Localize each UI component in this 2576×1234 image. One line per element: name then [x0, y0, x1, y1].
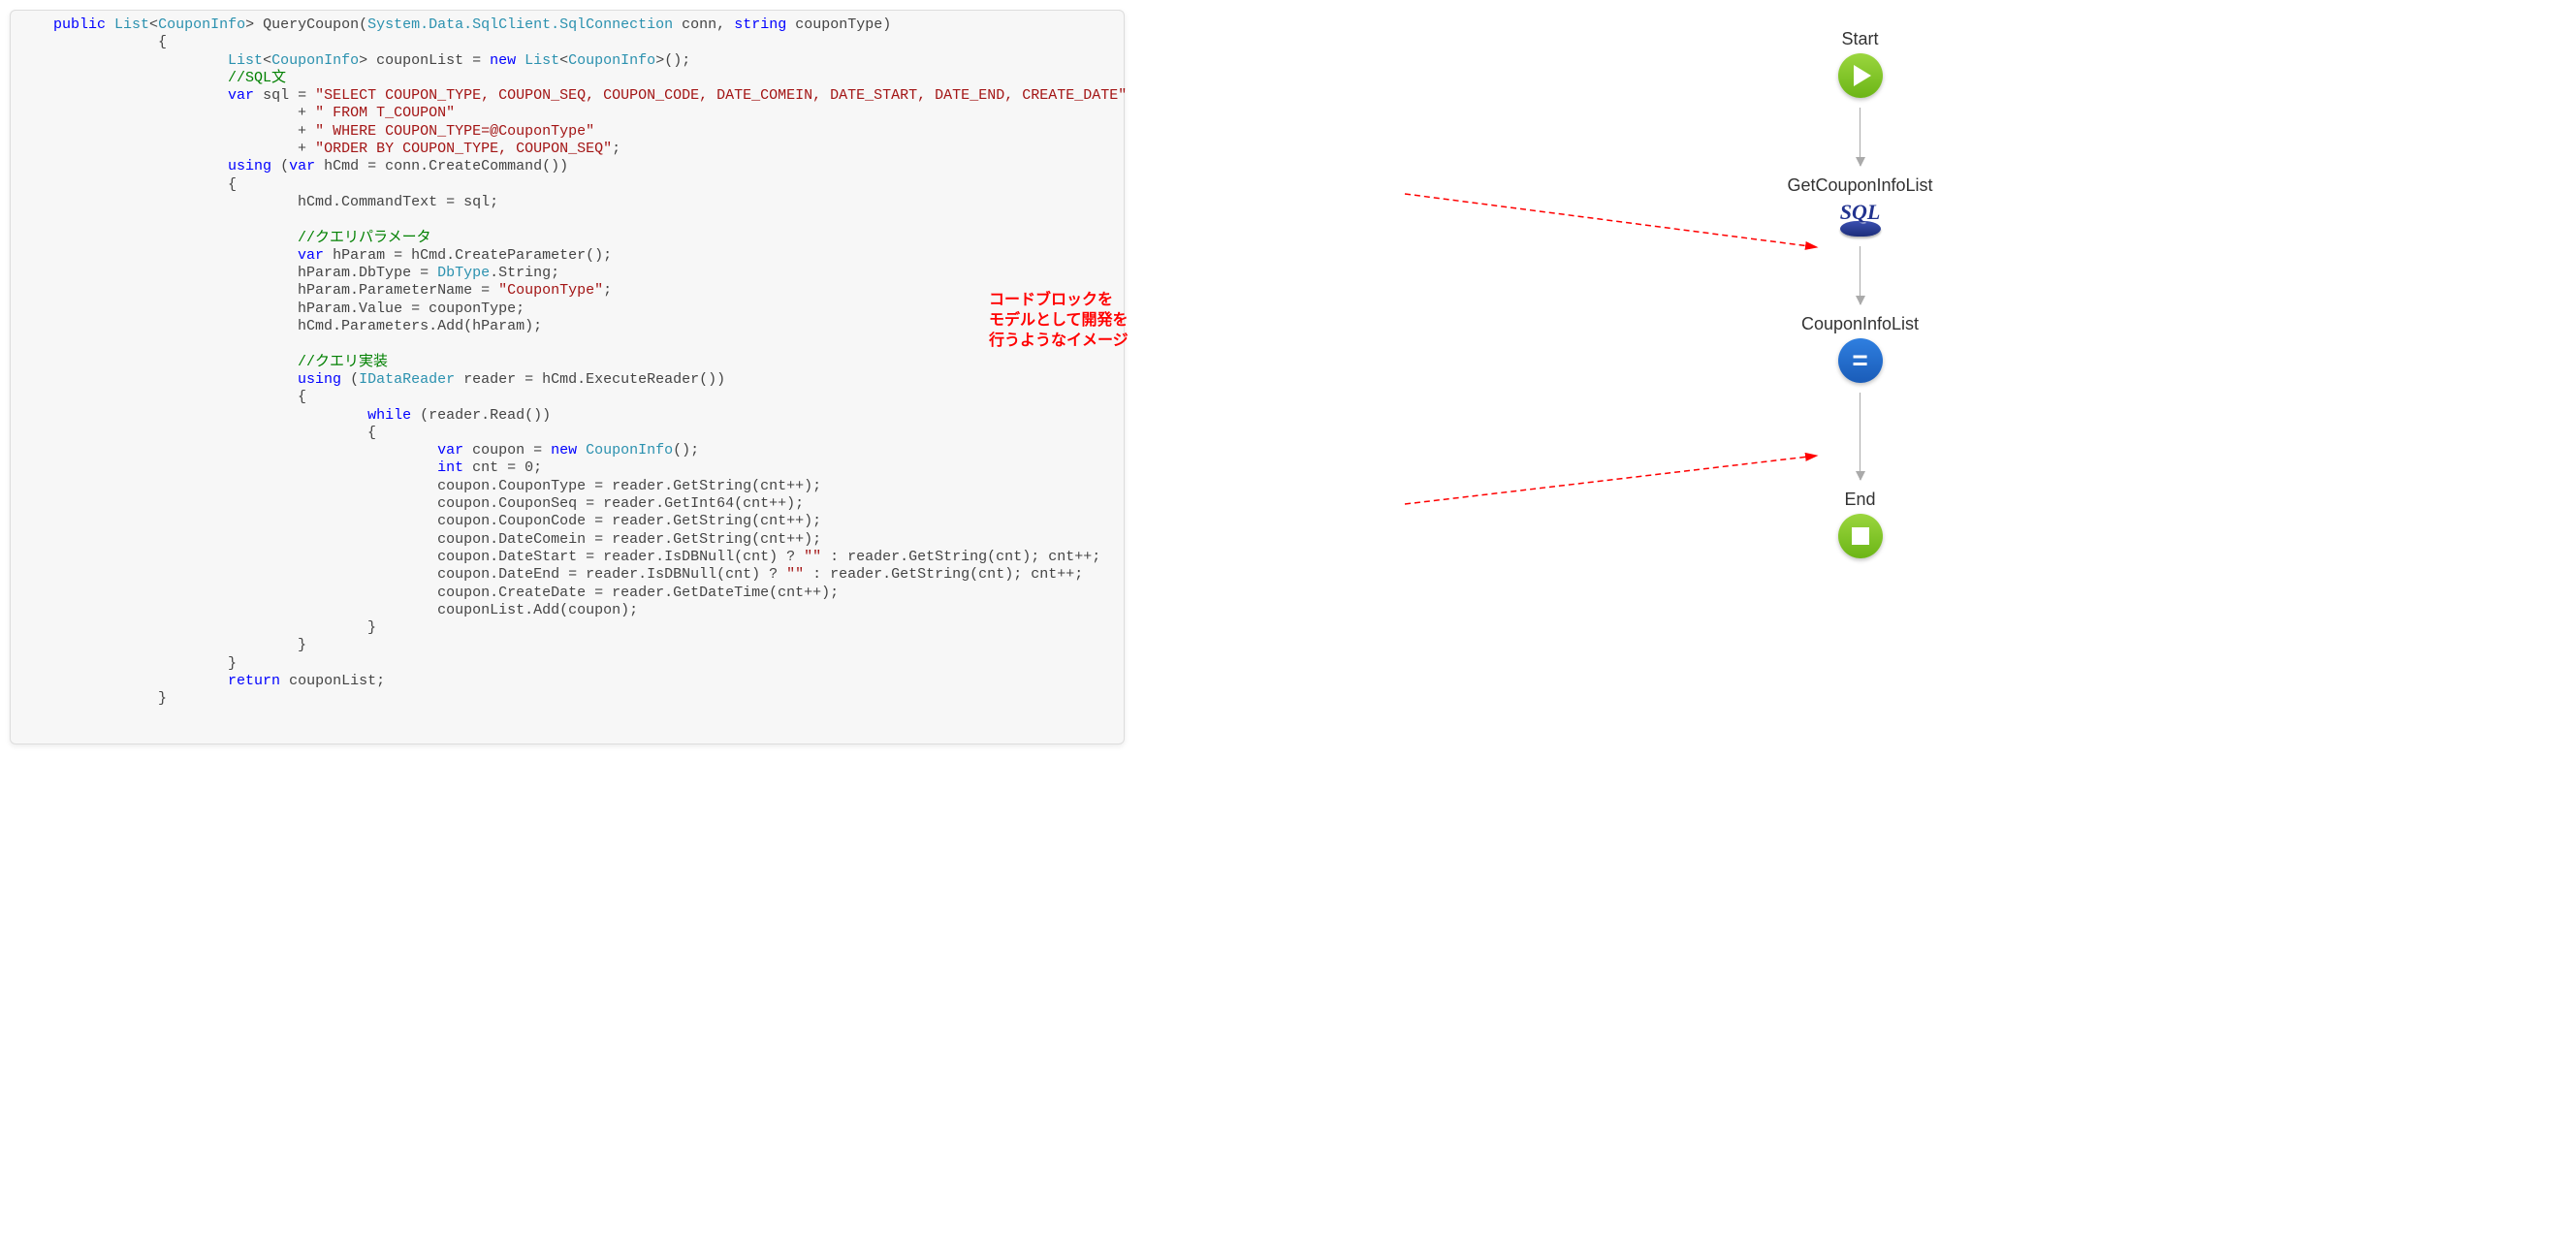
right-panel: コードブロックを モデルとして開発を 行うようなイメージ Start GetCo…: [1154, 10, 2566, 744]
node-label-start: Start: [1715, 29, 2006, 49]
annotation-line: モデルとして開発を: [989, 312, 1129, 329]
annotation-line: 行うようなイメージ: [989, 332, 1129, 349]
code-panel: public List<CouponInfo> QueryCoupon(Syst…: [10, 10, 1125, 744]
node-label-end: End: [1715, 490, 2006, 510]
end-icon: [1838, 514, 1883, 558]
node-label-couponinfolist: CouponInfoList: [1715, 314, 2006, 334]
sql-icon: SQL: [1840, 200, 1881, 237]
start-icon: [1838, 53, 1883, 98]
equals-icon: =: [1852, 347, 1867, 374]
stop-icon: [1852, 527, 1869, 545]
source-code: public List<CouponInfo> QueryCoupon(Syst…: [18, 16, 1104, 709]
annotation-text: コードブロックを モデルとして開発を 行うようなイメージ: [989, 291, 1154, 351]
play-icon: [1854, 65, 1871, 86]
node-label-getcouponinfolist: GetCouponInfoList: [1715, 175, 2006, 196]
sql-icon-text: SQL: [1840, 200, 1881, 225]
assign-icon: =: [1838, 338, 1883, 383]
annotation-line: コードブロックを: [989, 292, 1113, 308]
flowchart: Start GetCouponInfoList SQL CouponInfoLi…: [1715, 10, 2006, 744]
